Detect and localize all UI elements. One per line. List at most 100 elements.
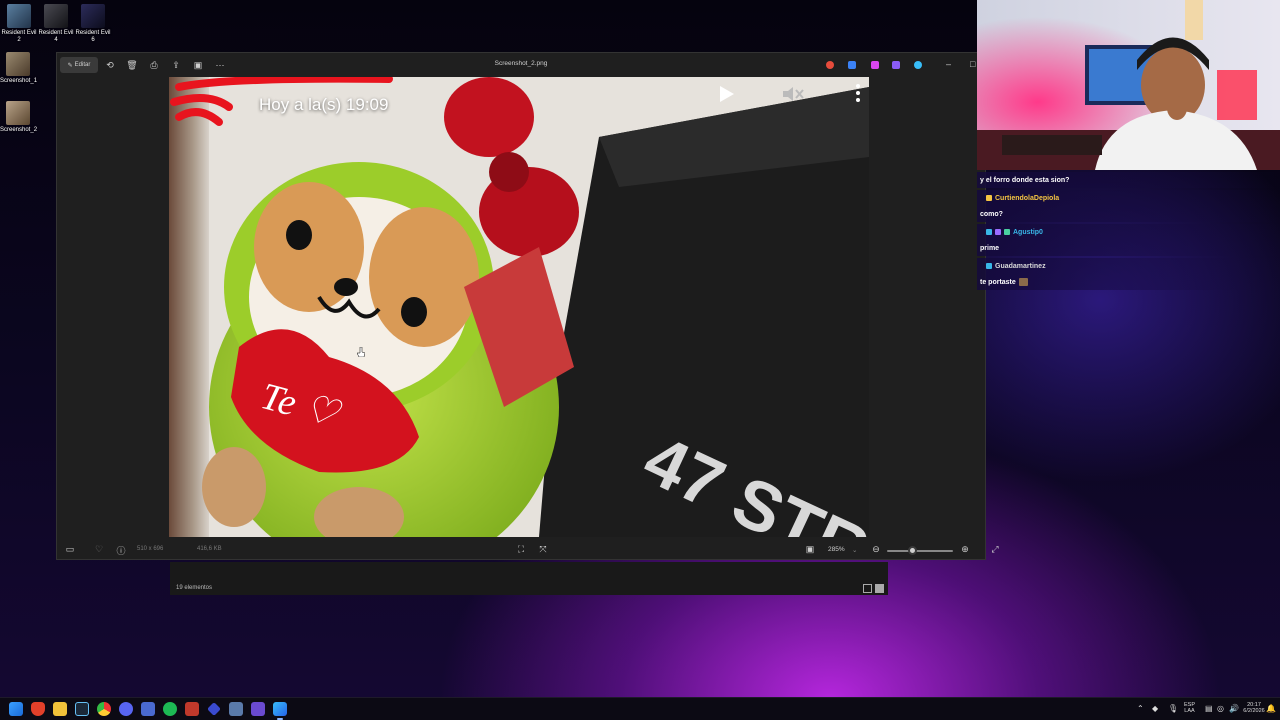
image-thumbnail-icon	[6, 52, 30, 76]
window-title: Screenshot_2.png	[494, 60, 548, 67]
photos-app-window: ✎ Editar ⟲ 🗑 ⎙ ⇪ ▣ ⋯ Screenshot_2.png – …	[56, 52, 999, 561]
image-thumbnail-icon	[6, 101, 30, 125]
app-icon[interactable]	[185, 702, 199, 716]
desktop-icon-screenshot-2[interactable]: Screenshot_2	[0, 101, 38, 134]
tiles-view-button[interactable]	[875, 584, 884, 593]
game-icon	[44, 4, 68, 28]
tray-app-icon[interactable]: ◆	[1152, 704, 1158, 713]
photo-viewer[interactable]: 47 STR Te ♡ Hoy a la(s) 19:09	[169, 77, 869, 537]
input-language[interactable]: ESP LAA	[1184, 702, 1195, 714]
stream-chat: y el forro donde esta sion? CurtiendolaD…	[977, 172, 1280, 290]
desktop-icon-label: Resident Evil 6	[75, 30, 111, 43]
chat-username-text: Guadamartinez	[995, 262, 1046, 270]
keyboard-layout: LAA	[1184, 708, 1195, 714]
filmstrip-icon[interactable]: ▭	[64, 544, 76, 555]
chat-message-text: y el forro donde esta sion?	[980, 176, 1070, 184]
streamer-webcam-image	[977, 0, 1280, 170]
sub-badge-icon	[986, 195, 992, 201]
kebab-menu-icon	[856, 84, 860, 102]
app-icon[interactable]	[207, 702, 221, 716]
actual-size-icon[interactable]: ▣	[804, 544, 816, 555]
desktop-icon-label: Resident Evil 2	[1, 30, 37, 43]
details-view-button[interactable]	[863, 584, 872, 593]
chat-username-text: CurtiendolaDepiola	[995, 194, 1060, 202]
minimize-icon[interactable]: –	[946, 59, 951, 69]
desktop-icon-label: Screenshot_2	[0, 127, 38, 133]
volume-icon[interactable]: 🔊	[1229, 704, 1239, 713]
hand-cursor-icon	[357, 347, 365, 357]
chat-message: y el forro donde esta sion?	[977, 172, 1280, 188]
item-count: 19 elementos	[176, 585, 213, 591]
maximize-icon[interactable]: □	[970, 59, 975, 69]
clock-date: 6/2/2026	[1243, 708, 1265, 714]
file-size: 416,6 KB	[197, 546, 222, 552]
app-icon[interactable]	[141, 702, 155, 716]
chat-message-text: te portaste	[980, 278, 1016, 286]
onedrive-icon[interactable]	[914, 61, 922, 69]
chat-username: CurtiendolaDepiola	[986, 195, 1059, 202]
file-explorer-icon[interactable]	[53, 702, 67, 716]
play-icon	[720, 86, 734, 102]
chat-message: prime	[977, 240, 1280, 256]
desktop-icon-resident-evil-6[interactable]: Resident Evil 6	[75, 4, 111, 44]
file-explorer-window: 19 elementos	[170, 562, 888, 595]
chat-username-row: CurtiendolaDepiola	[977, 190, 1280, 206]
clock[interactable]: 20:17 6/2/2026	[1241, 702, 1267, 714]
crop-fit-icon[interactable]: ⛶	[515, 544, 527, 555]
chevron-up-icon[interactable]: ⌃	[1137, 704, 1144, 713]
bottom-toolbar: ▭ ♡ ⓘ 510 x 696 416,6 KB ⛶ ⤧ ▣ 285% ⌄ ⊖ …	[57, 539, 999, 561]
app-icon[interactable]	[892, 61, 900, 69]
sub-badge-icon	[1004, 229, 1010, 235]
chat-username-row: Agustip0	[977, 224, 1280, 240]
favorite-icon[interactable]: ♡	[93, 544, 105, 555]
title-bar: ✎ Editar ⟲ 🗑 ⎙ ⇪ ▣ ⋯ Screenshot_2.png – …	[57, 53, 985, 77]
fit-window-icon[interactable]: ⤧	[537, 544, 549, 555]
network-icon[interactable]: ◎	[1217, 704, 1224, 713]
zoom-level[interactable]: 285%	[828, 546, 845, 553]
chat-username-text: Agustip0	[1013, 228, 1043, 236]
photos-app-icon[interactable]	[273, 702, 287, 716]
zoom-in-icon[interactable]: ⊕	[959, 544, 971, 555]
chat-message-text: prime	[980, 244, 1000, 252]
photo-image: 47 STR Te ♡	[169, 77, 869, 537]
chat-username: Agustip0	[986, 229, 1043, 236]
image-timestamp: Hoy a la(s) 19:09	[259, 95, 389, 114]
game-icon	[81, 4, 105, 28]
brave-browser-icon[interactable]	[31, 702, 45, 716]
fullscreen-icon[interactable]: ⤢	[989, 544, 1001, 555]
emote-icon	[1018, 278, 1028, 286]
info-icon[interactable]: ⓘ	[115, 544, 127, 557]
zoom-slider-thumb[interactable]	[908, 546, 918, 555]
desktop-icon-label: Resident Evil 4	[38, 30, 74, 43]
discord-icon[interactable]	[119, 702, 133, 716]
windows-taskbar: ⌃ ◆ 🎙 ESP LAA ▤ ◎ 🔊 20:17 6/2/2026 🔔	[0, 697, 1280, 720]
mute-icon	[783, 87, 804, 101]
wifi-icon[interactable]: ▤	[1205, 704, 1213, 713]
desktop-icon-resident-evil-2[interactable]: Resident Evil 2	[1, 4, 37, 44]
zoom-out-icon[interactable]: ⊖	[870, 544, 882, 555]
notification-bell-icon[interactable]: 🔔	[1266, 704, 1276, 713]
app-icon[interactable]	[848, 61, 856, 69]
chat-message: como?	[977, 206, 1280, 222]
microphone-icon[interactable]: 🎙	[1168, 704, 1178, 713]
moderator-badge-icon	[986, 229, 992, 235]
prime-badge-icon	[986, 263, 992, 269]
app-icon[interactable]	[229, 702, 243, 716]
app-icon[interactable]	[826, 61, 834, 69]
app-icon[interactable]	[871, 61, 879, 69]
chrome-icon[interactable]	[97, 702, 111, 716]
game-icon	[7, 4, 31, 28]
webcam-feed	[977, 0, 1280, 170]
steam-icon[interactable]	[75, 702, 89, 716]
chevron-down-icon[interactable]: ⌄	[852, 546, 857, 554]
chat-message: te portaste	[977, 274, 1280, 290]
image-dimensions: 510 x 696	[137, 546, 164, 552]
spotify-icon[interactable]	[163, 702, 177, 716]
windows-start-icon[interactable]	[9, 702, 23, 716]
chat-username-row: Guadamartinez	[977, 258, 1280, 274]
app-icon[interactable]	[251, 702, 265, 716]
desktop-icon-screenshot-1[interactable]: Screenshot_1	[0, 52, 37, 85]
zoom-slider[interactable]	[887, 550, 953, 552]
desktop-icon-resident-evil-4[interactable]: Resident Evil 4	[38, 4, 74, 44]
chat-message-text: como?	[980, 210, 1003, 218]
